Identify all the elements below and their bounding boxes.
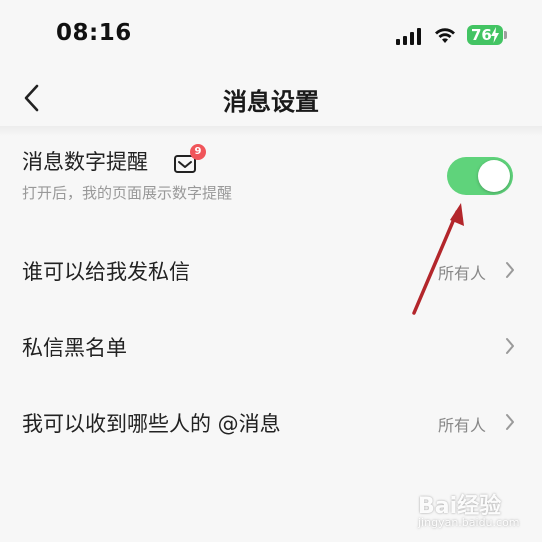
- watermark: Bai经验 jingyan.baidu.com: [400, 478, 530, 538]
- battery-cap: [504, 31, 507, 39]
- bolt-icon: [491, 27, 499, 43]
- setting-value: 所有人: [437, 416, 486, 435]
- notification-badge: 9: [190, 144, 206, 160]
- chevron-right-icon: [506, 262, 514, 278]
- wifi-icon: [435, 28, 455, 43]
- battery-charging-icon: 76: [467, 25, 503, 45]
- screen: 08:16 76 消息设置 消息数字提醒 打开后，我的页面展示数字提醒 9 谁可…: [0, 0, 542, 542]
- setting-mention-from[interactable]: 我可以收到哪些人的 @消息 所有人: [0, 384, 542, 460]
- setting-label: 我可以收到哪些人的 @消息: [22, 412, 281, 436]
- cellular-signal-icon: [396, 27, 422, 45]
- setting-dm-blacklist[interactable]: 私信黑名单: [0, 308, 542, 384]
- status-time: 08:16: [56, 20, 132, 46]
- status-bar: 08:16 76: [0, 0, 542, 70]
- setting-label: 谁可以给我发私信: [22, 260, 190, 284]
- setting-label: 私信黑名单: [22, 336, 127, 360]
- chevron-right-icon: [506, 338, 514, 354]
- setting-who-can-dm[interactable]: 谁可以给我发私信 所有人: [0, 232, 542, 308]
- battery-level: 76: [471, 26, 492, 44]
- toggle-knob: [478, 160, 510, 192]
- chevron-right-icon: [506, 414, 514, 430]
- nav-bar: 消息设置: [0, 70, 542, 126]
- number-reminder-toggle[interactable]: [447, 157, 513, 195]
- setting-value: 所有人: [437, 264, 486, 283]
- page-title: 消息设置: [223, 88, 319, 116]
- watermark-url: jingyan.baidu.com: [418, 516, 520, 529]
- setting-subtitle: 打开后，我的页面展示数字提醒: [22, 184, 233, 202]
- setting-label: 消息数字提醒: [22, 150, 148, 174]
- nav-divider: [0, 126, 542, 136]
